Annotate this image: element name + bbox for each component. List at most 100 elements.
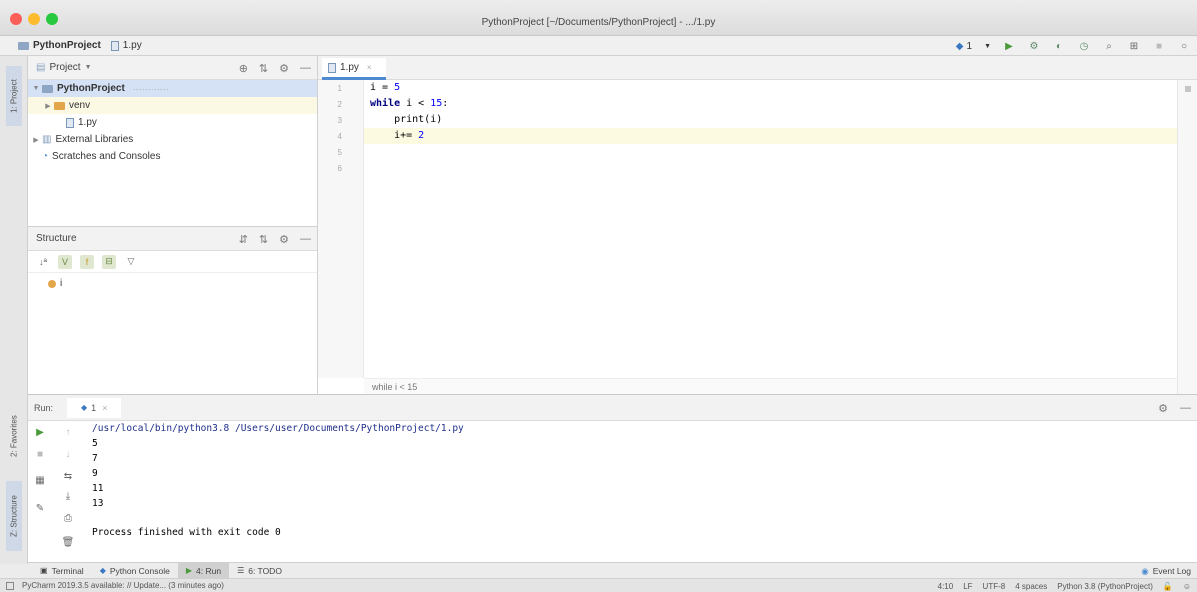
rerun-button[interactable]: ▶ — [33, 425, 47, 439]
tree-item-scratches[interactable]: ◔ Scratches and Consoles — [28, 148, 317, 165]
line-number: 4 — [337, 132, 342, 141]
breadcrumb-file[interactable]: 1.py — [110, 40, 142, 51]
gear-icon[interactable]: ⚙ — [1158, 402, 1168, 415]
console-output-line: 7 — [92, 453, 98, 464]
python-file-icon — [328, 62, 336, 73]
editor-tab-1py[interactable]: 1.py × — [322, 58, 386, 80]
filter-icon[interactable]: ▽ — [124, 255, 138, 269]
tree-item-venv[interactable]: ▶ venv — [28, 97, 317, 114]
gear-icon[interactable]: ⚙ — [279, 233, 289, 246]
code-line-3: print(i) — [370, 114, 443, 125]
run-panel: Run: ◆ 1 × ⚙ — ▶ ■ ▦ ✎ ↑ ↓ ⇆ ⤓ ⎙ 🗑 /usr/… — [28, 394, 1197, 562]
indent-setting[interactable]: 4 spaces — [1015, 582, 1047, 591]
todo-tab[interactable]: ☰ 6: TODO — [229, 563, 290, 579]
python-icon: ◆ — [99, 566, 106, 575]
inspector-icon[interactable]: ☺ — [1183, 582, 1191, 591]
show-inherited-icon[interactable]: ⊟ — [102, 254, 116, 269]
favorites-tool-tab[interactable]: 2: Favorites — [6, 401, 22, 471]
structure-toolbar: ↓ª V f ⊟ ▽ — [28, 251, 317, 273]
sort-alpha-icon[interactable]: ↓ª — [36, 255, 50, 269]
line-number: 5 — [337, 148, 342, 157]
code-line-2: while i < 15: — [370, 98, 449, 109]
trash-icon[interactable]: 🗑 — [61, 535, 75, 549]
lock-icon[interactable]: 🔓 — [1163, 582, 1173, 591]
python-console-tab[interactable]: ◆ Python Console — [92, 563, 178, 579]
tree-item-1py[interactable]: 1.py — [28, 114, 317, 131]
search-icon[interactable]: ⌕ — [1102, 39, 1116, 53]
debug-button[interactable]: ⚙ — [1027, 39, 1041, 53]
up-arrow-icon[interactable]: ↑ — [61, 425, 75, 439]
run-button[interactable]: ▶ — [1002, 39, 1016, 53]
chevron-right-icon: ▶ — [33, 136, 39, 144]
print-icon[interactable]: ⎙ — [61, 511, 75, 525]
editor-scrollbar[interactable] — [1177, 80, 1197, 394]
chevron-down-icon: ▼ — [84, 64, 92, 71]
python-icon: ◆ — [81, 403, 88, 412]
file-encoding[interactable]: UTF-8 — [983, 582, 1006, 591]
structure-tool-tab[interactable]: Z: Structure — [6, 481, 22, 551]
scroll-to-end-icon[interactable]: ⤓ — [61, 489, 75, 503]
gear-icon[interactable]: ⚙ — [279, 62, 289, 75]
window-title: PythonProject [~/Documents/PythonProject… — [481, 17, 716, 28]
project-tool-tab[interactable]: 1: Project — [6, 66, 22, 126]
show-properties-icon[interactable]: f — [80, 254, 94, 269]
hide-icon[interactable]: — — [300, 62, 311, 74]
restore-layout-button[interactable]: ▦ — [33, 473, 47, 487]
vcs-icon[interactable]: ⊞ — [1127, 39, 1141, 53]
editor-breadcrumb[interactable]: while i < 15 — [364, 378, 1177, 394]
title-bar: PythonProject [~/Documents/PythonProject… — [0, 0, 1197, 36]
profile-button[interactable]: ◷ — [1077, 39, 1091, 53]
close-icon[interactable]: × — [102, 403, 107, 413]
structure-item-variable[interactable]: i — [28, 275, 317, 292]
update-notification[interactable]: PyCharm 2019.3.5 available: // Update...… — [22, 581, 224, 590]
chevron-down-icon: ▼ — [984, 42, 991, 50]
terminal-tab[interactable]: ▣ Terminal — [32, 563, 92, 579]
tree-item-external-libraries[interactable]: ▶ ▥ External Libraries — [28, 131, 317, 148]
editor: 1.py × 1 2 3 4 5 6 i = 5 while i < 15: p… — [318, 56, 1197, 394]
collapse-icon[interactable]: ⇅ — [259, 62, 268, 75]
left-tool-strip: 1: Project 2: Favorites Z: Structure — [0, 56, 28, 564]
console-output-line: 5 — [92, 438, 98, 449]
console-output-line: 9 — [92, 468, 98, 479]
event-log-tab[interactable]: ◉ Event Log — [1141, 563, 1191, 579]
status-toggle-icon[interactable] — [6, 581, 14, 590]
coverage-button[interactable]: ◐ — [1052, 39, 1066, 53]
structure-panel: Structure ⇵ ⇅ ⚙ — ↓ª V f ⊟ ▽ i — [28, 226, 318, 394]
expand-all-icon[interactable]: ⇵ — [239, 233, 248, 246]
run-config-selector[interactable]: ◆ 1 ▼ — [956, 41, 991, 52]
bottom-tool-tabs: ▣ Terminal ◆ Python Console ▶ 4: Run ☰ 6: TO… — [28, 562, 1197, 579]
code-line-1: i = 5 — [370, 82, 401, 93]
stop-button[interactable]: ■ — [33, 447, 47, 461]
python-file-icon — [110, 40, 119, 51]
main-toolbar: ◆ 1 ▼ ▶ ⚙ ◐ ◷ ⌕ ⊞ ■ ○ — [956, 36, 1191, 56]
hide-icon[interactable]: — — [1180, 402, 1191, 414]
show-fields-icon[interactable]: V — [58, 254, 72, 269]
hide-icon[interactable]: — — [300, 233, 311, 245]
pin-tab-button[interactable]: ✎ — [33, 501, 47, 515]
run-tab[interactable]: ◆ 1 × — [67, 397, 122, 418]
run-tool-tab[interactable]: ▶ 4: Run — [177, 562, 230, 579]
code-area[interactable]: i = 5 while i < 15: print(i) i+= 2 — [364, 80, 1177, 378]
project-view-selector[interactable]: Project — [49, 62, 80, 73]
editor-tab-bar: 1.py × — [318, 56, 1197, 80]
breadcrumb-project[interactable]: PythonProject — [18, 40, 101, 51]
soft-wrap-icon[interactable]: ⇆ — [61, 469, 75, 483]
chevron-down-icon: ▼ — [32, 85, 40, 92]
stop-button[interactable]: ■ — [1152, 39, 1166, 53]
interpreter-selector[interactable]: Python 3.8 (PythonProject) — [1057, 582, 1153, 591]
locate-icon[interactable]: ⊕ — [239, 62, 248, 75]
python-icon: ◆ — [955, 40, 964, 52]
search-everywhere-icon[interactable]: ○ — [1177, 39, 1191, 53]
variable-icon — [48, 279, 56, 288]
scratches-icon: ◔ — [42, 151, 49, 162]
line-separator[interactable]: LF — [963, 582, 972, 591]
console-command-line: /usr/local/bin/python3.8 /Users/user/Doc… — [92, 423, 464, 434]
collapse-all-icon[interactable]: ⇅ — [259, 233, 268, 246]
close-icon[interactable]: × — [367, 63, 372, 72]
caret-position[interactable]: 4:10 — [938, 582, 954, 591]
project-panel: ▤ Project ▼ ⊕ ⇅ ⚙ — ▼ PythonProject ····… — [28, 56, 318, 226]
navigation-bar: PythonProject 1.py ◆ 1 ▼ ▶ ⚙ ◐ ◷ ⌕ ⊞ ■ ○ — [0, 36, 1197, 56]
run-console[interactable]: /usr/local/bin/python3.8 /Users/user/Doc… — [92, 421, 1197, 563]
tree-item-project-root[interactable]: ▼ PythonProject ············ — [28, 80, 317, 97]
down-arrow-icon[interactable]: ↓ — [61, 447, 75, 461]
